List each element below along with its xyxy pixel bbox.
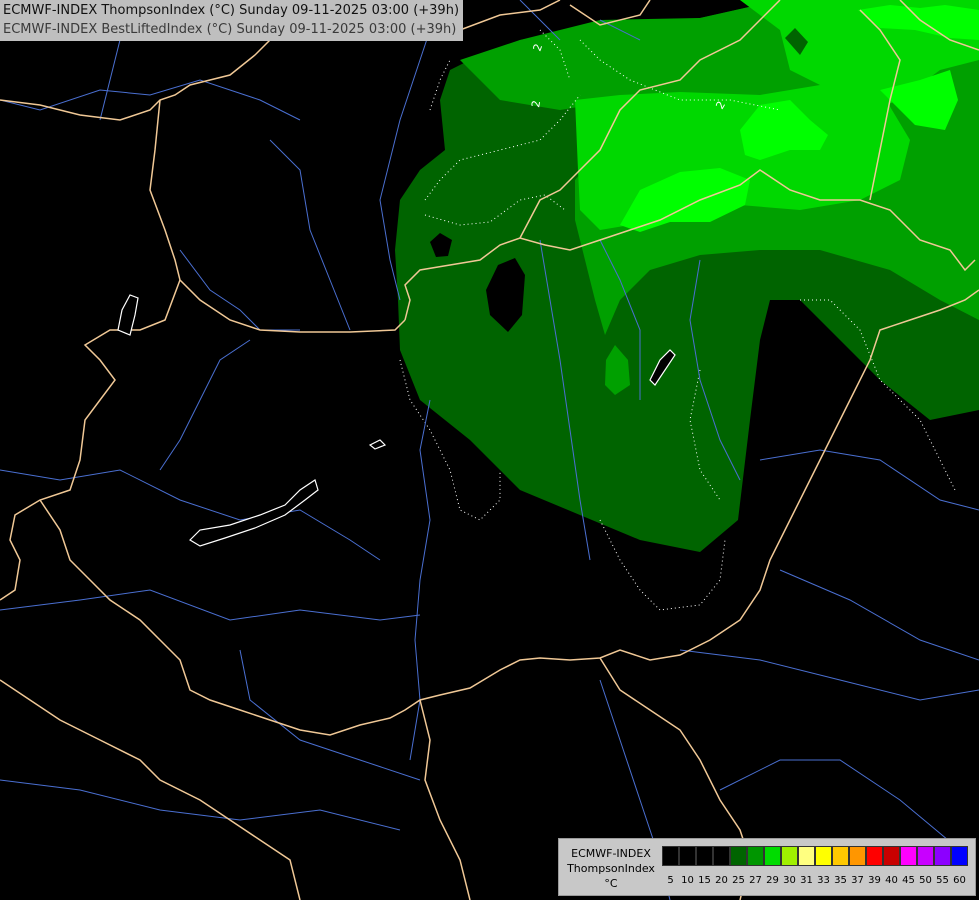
legend-swatch xyxy=(951,846,968,866)
legend-swatch xyxy=(798,846,815,866)
legend-tick-label: 50 xyxy=(919,875,932,886)
title-line-thompson: ECMWF-INDEX ThompsonIndex (°C) Sunday 09… xyxy=(3,3,460,18)
legend-swatch xyxy=(662,846,679,866)
legend-tick-label: 55 xyxy=(936,875,949,886)
legend-tick-label: 10 xyxy=(681,875,694,886)
legend-swatch xyxy=(883,846,900,866)
legend-tick-label: 31 xyxy=(800,875,813,886)
legend-tick-label: 30 xyxy=(783,875,796,886)
legend-tick-label: 39 xyxy=(868,875,881,886)
legend-tick-label: 40 xyxy=(885,875,898,886)
legend-tick-label: 15 xyxy=(698,875,711,886)
color-legend: ECMWF-INDEX ThompsonIndex °C 5 10 15 20 25 27… xyxy=(558,838,976,896)
legend-swatch xyxy=(764,846,781,866)
map-canvas: 2 2 2 xyxy=(0,0,979,900)
legend-swatches xyxy=(662,846,968,866)
legend-ticks: 5 10 15 20 25 27 29 30 31 33 35 37 39 40 45 50 55 60 xyxy=(662,875,968,886)
legend-swatch xyxy=(730,846,747,866)
legend-swatch xyxy=(900,846,917,866)
legend-swatch xyxy=(866,846,883,866)
map-title: ECMWF-INDEX ThompsonIndex (°C) Sunday 09… xyxy=(0,0,464,41)
legend-tick-label: 45 xyxy=(902,875,915,886)
legend-tick-label: 60 xyxy=(953,875,966,886)
legend-swatch xyxy=(917,846,934,866)
legend-tick-label: 33 xyxy=(817,875,830,886)
legend-swatch xyxy=(849,846,866,866)
legend-tick-label: 37 xyxy=(851,875,864,886)
legend-caption-param: ThompsonIndex xyxy=(567,862,655,875)
legend-swatch xyxy=(934,846,951,866)
legend-caption-source: ECMWF-INDEX xyxy=(571,847,651,860)
legend-tick-label: 25 xyxy=(732,875,745,886)
legend-caption-unit: °C xyxy=(604,877,618,890)
legend-swatch xyxy=(696,846,713,866)
legend-swatch xyxy=(747,846,764,866)
legend-tick-label: 20 xyxy=(715,875,728,886)
legend-swatch xyxy=(679,846,696,866)
legend-swatch xyxy=(815,846,832,866)
legend-caption: ECMWF-INDEX ThompsonIndex °C xyxy=(563,846,659,891)
legend-tick-label: 27 xyxy=(749,875,762,886)
title-line-lifted: ECMWF-INDEX BestLiftedIndex (°C) Sunday … xyxy=(3,22,457,37)
legend-tick-label: 35 xyxy=(834,875,847,886)
legend-tick-label: 29 xyxy=(766,875,779,886)
legend-swatch xyxy=(832,846,849,866)
legend-swatch xyxy=(713,846,730,866)
legend-swatch xyxy=(781,846,798,866)
legend-tick-label: 5 xyxy=(667,875,674,886)
